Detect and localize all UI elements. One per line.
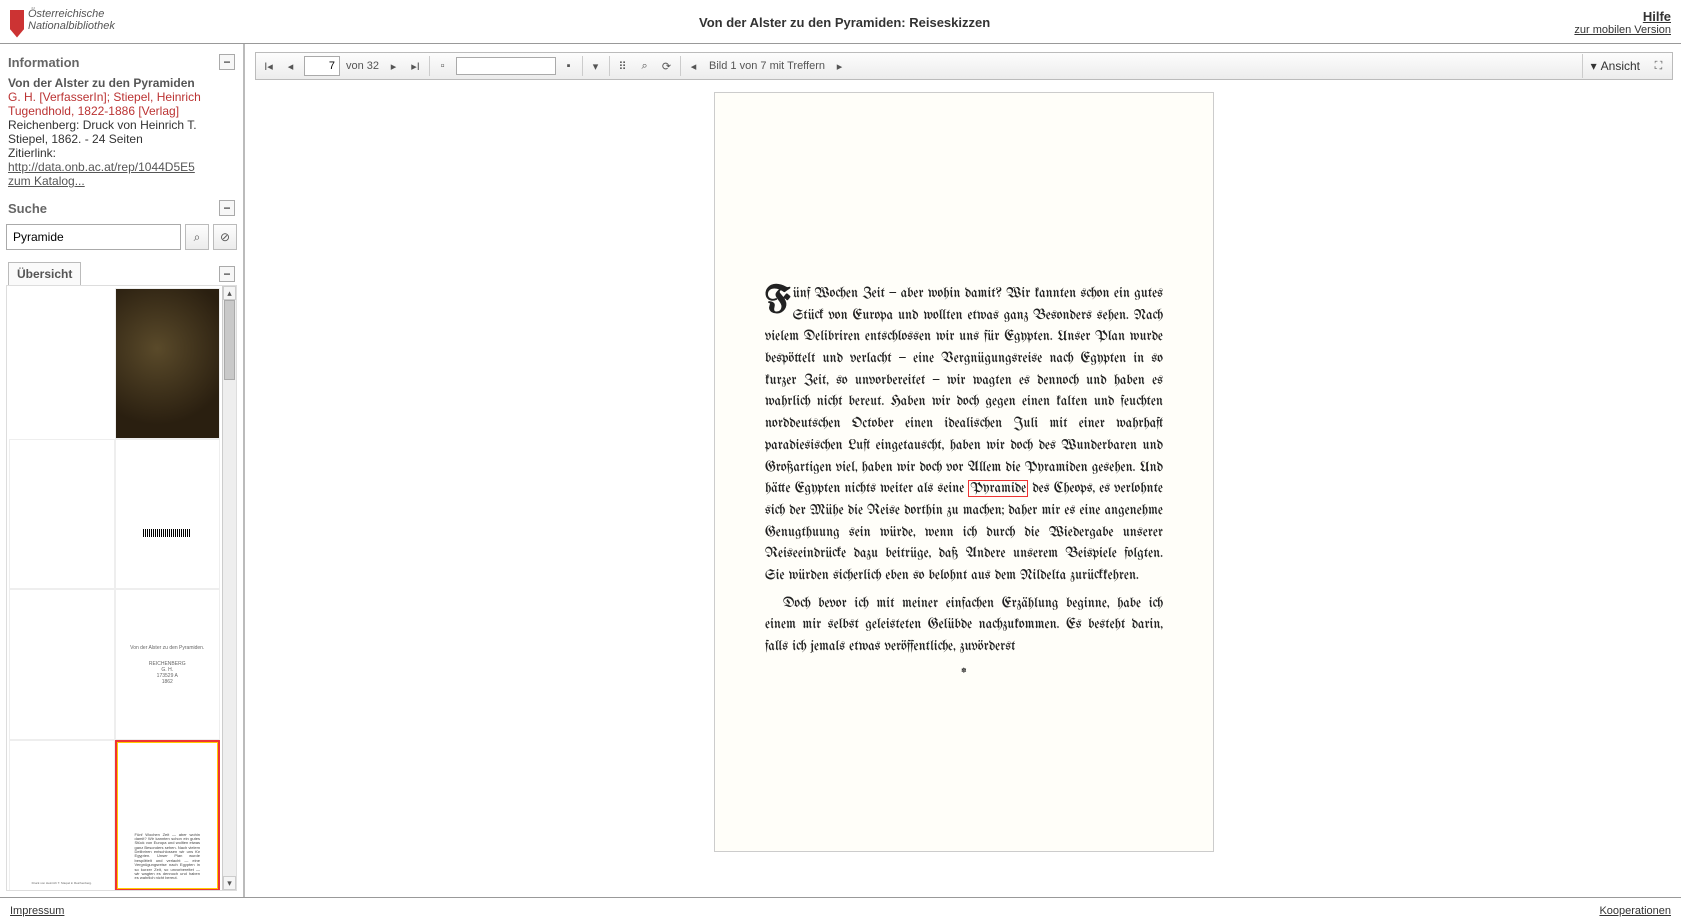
zoom-out-icon: ▫ bbox=[441, 60, 445, 72]
app-header: Österreichische Nationalbibliothek Von d… bbox=[0, 0, 1681, 44]
search-hit-highlight: Pyramide bbox=[968, 480, 1028, 497]
viewer-area: I◂ ◂ von 32 ▸ ▸I ▫ ▪ ▾ ⠿ ⌕ ⟳ ◂ Bild 1 vo… bbox=[245, 44, 1681, 897]
search-input[interactable] bbox=[6, 224, 181, 250]
search-heading: Suche bbox=[8, 201, 47, 216]
barcode-icon bbox=[143, 529, 191, 537]
page-canvas[interactable]: Fünf Wochen Zeit — aber wohin damit? Wir… bbox=[255, 80, 1673, 897]
logo-mark-icon bbox=[10, 10, 24, 38]
collapse-overview-button[interactable]: − bbox=[219, 266, 235, 282]
page-number-input[interactable] bbox=[304, 56, 340, 76]
search-panel-header: Suche − bbox=[6, 196, 237, 220]
thumbnail-page-2[interactable] bbox=[9, 439, 115, 590]
main-area: Information − Von der Alster zu den Pyra… bbox=[0, 44, 1681, 897]
search-clear-button[interactable]: ⊘ bbox=[213, 224, 237, 250]
hit-counter-text: Bild 1 von 7 mit Treffern bbox=[705, 60, 829, 72]
page-paragraph-2: Doch bevor ich mit meiner einfachen Erzä… bbox=[765, 593, 1163, 658]
information-panel-header: Information − bbox=[6, 50, 237, 74]
help-link[interactable]: Hilfe bbox=[1574, 9, 1671, 24]
chevron-down-icon: ▾ bbox=[593, 60, 599, 73]
first-page-button[interactable]: I◂ bbox=[258, 54, 280, 78]
fullscreen-icon: ⛶ bbox=[1655, 60, 1663, 73]
institution-name: Österreichische Nationalbibliothek bbox=[28, 8, 115, 32]
page-paragraph-1: Fünf Wochen Zeit — aber wohin damit? Wir… bbox=[765, 283, 1163, 587]
grid-small-icon: ⠿ bbox=[619, 60, 627, 73]
zoom-in-button[interactable]: ▪ bbox=[558, 54, 580, 78]
information-heading: Information bbox=[8, 55, 80, 70]
search-submit-button[interactable]: ⌕ bbox=[185, 224, 209, 250]
logo[interactable]: Österreichische Nationalbibliothek bbox=[10, 8, 115, 38]
mobile-version-link[interactable]: zur mobilen Version bbox=[1574, 24, 1671, 36]
thumbnail-panel: Von der Alster zu den Pyramiden. REICHEN… bbox=[6, 285, 237, 891]
prev-icon: ◂ bbox=[288, 60, 294, 73]
scrollbar-thumb[interactable] bbox=[224, 300, 235, 380]
thumbnail-page-7[interactable]: Fünf Wochen Zeit — aber wohin damit? Wir… bbox=[115, 740, 221, 890]
magnifier-icon: ⌕ bbox=[194, 230, 201, 245]
zoom-in-icon: ▪ bbox=[567, 60, 571, 72]
footer: Impressum Kooperationen bbox=[0, 897, 1681, 923]
thumbnail-page-5[interactable]: Von der Alster zu den Pyramiden. REICHEN… bbox=[115, 589, 221, 740]
search-row: ⌕ ⊘ bbox=[6, 224, 237, 250]
zitierlink-row: Zitierlink: http://data.onb.ac.at/rep/10… bbox=[8, 146, 235, 174]
work-author: G. H. [VerfasserIn]; Stiepel, Heinrich T… bbox=[8, 90, 235, 118]
next-page-button[interactable]: ▸ bbox=[383, 54, 405, 78]
pan-tool-button[interactable]: ⠿ bbox=[612, 54, 634, 78]
collapse-info-button[interactable]: − bbox=[219, 54, 235, 70]
scroll-up-arrow-icon[interactable]: ▴ bbox=[223, 286, 236, 300]
rotate-icon: ⟳ bbox=[662, 60, 671, 73]
work-imprint: Reichenberg: Druck von Heinrich T. Stiep… bbox=[8, 118, 235, 146]
next-icon: ▸ bbox=[391, 60, 397, 73]
document-title: Von der Alster zu den Pyramiden: Reisesk… bbox=[115, 15, 1575, 30]
magnifier-icon: ⌕ bbox=[641, 60, 647, 73]
collapse-search-button[interactable]: − bbox=[219, 200, 235, 216]
zoom-tool-button[interactable]: ⌕ bbox=[634, 54, 656, 78]
zoom-out-button[interactable]: ▫ bbox=[432, 54, 454, 78]
first-icon: I◂ bbox=[264, 60, 273, 73]
rotate-button[interactable]: ⟳ bbox=[656, 54, 678, 78]
catalog-link[interactable]: zum Katalog... bbox=[8, 174, 85, 188]
thumbnail-scrollbar[interactable]: ▴ ▾ bbox=[222, 286, 236, 890]
work-title: Von der Alster zu den Pyramiden bbox=[8, 76, 235, 90]
overview-tab[interactable]: Übersicht bbox=[8, 262, 81, 285]
thumbnail-grid[interactable]: Von der Alster zu den Pyramiden. REICHEN… bbox=[7, 286, 222, 890]
thumbnail-page-4[interactable] bbox=[9, 589, 115, 740]
kooperationen-link[interactable]: Kooperationen bbox=[1599, 905, 1671, 917]
thumbnail-page-1[interactable] bbox=[115, 288, 221, 439]
sidebar: Information − Von der Alster zu den Pyra… bbox=[0, 44, 245, 897]
viewer-toolbar: I◂ ◂ von 32 ▸ ▸I ▫ ▪ ▾ ⠿ ⌕ ⟳ ◂ Bild 1 vo… bbox=[255, 52, 1673, 80]
prev-hit-button[interactable]: ◂ bbox=[683, 54, 705, 78]
scroll-down-arrow-icon[interactable]: ▾ bbox=[223, 876, 236, 890]
zoom-dropdown-button[interactable]: ▾ bbox=[585, 54, 607, 78]
ansicht-dropdown[interactable]: ▾ Ansicht bbox=[1582, 54, 1648, 78]
dropcap: F bbox=[765, 283, 793, 317]
next-hit-icon: ▸ bbox=[837, 60, 843, 73]
chevron-down-icon: ▾ bbox=[1591, 59, 1597, 73]
cancel-icon: ⊘ bbox=[220, 230, 230, 244]
last-page-button[interactable]: ▸I bbox=[405, 54, 427, 78]
information-body: Von der Alster zu den Pyramiden G. H. [V… bbox=[6, 74, 237, 196]
prev-hit-icon: ◂ bbox=[691, 60, 697, 73]
impressum-link[interactable]: Impressum bbox=[10, 905, 64, 917]
zoom-slider[interactable] bbox=[456, 57, 556, 75]
thumbnail-page-3[interactable] bbox=[115, 439, 221, 590]
fullscreen-button[interactable]: ⛶ bbox=[1648, 54, 1670, 78]
next-hit-button[interactable]: ▸ bbox=[829, 54, 851, 78]
page-total-label: von 32 bbox=[342, 60, 383, 72]
prev-page-button[interactable]: ◂ bbox=[280, 54, 302, 78]
thumbnail-page-6[interactable]: Druck von Heinrich T. Stiepel in Reichen… bbox=[9, 740, 115, 890]
page-image: Fünf Wochen Zeit — aber wohin damit? Wir… bbox=[714, 92, 1214, 852]
last-icon: ▸I bbox=[411, 60, 420, 73]
zitierlink[interactable]: http://data.onb.ac.at/rep/1044D5E5 bbox=[8, 160, 195, 174]
page-ornament: * bbox=[765, 664, 1163, 686]
header-links: Hilfe zur mobilen Version bbox=[1574, 9, 1671, 36]
overview-panel-header: Übersicht − bbox=[6, 258, 237, 285]
